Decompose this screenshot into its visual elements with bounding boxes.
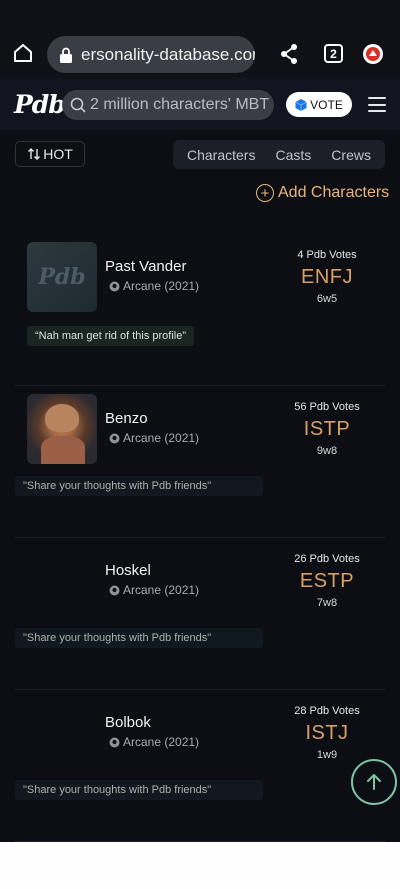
tab-crews[interactable]: Crews xyxy=(331,147,371,163)
home-icon[interactable] xyxy=(12,42,34,64)
tab-casts[interactable]: Casts xyxy=(275,147,311,163)
personality-type[interactable]: ESTP xyxy=(282,570,372,593)
character-name[interactable]: Bolbok xyxy=(105,714,151,731)
vote-count: 56 Pdb Votes xyxy=(294,401,360,413)
avatar[interactable]: Pdb xyxy=(27,242,97,312)
enneagram-type: 6w5 xyxy=(316,293,338,305)
add-characters-button[interactable]: + Add Characters xyxy=(256,183,389,203)
sort-button[interactable]: HOT xyxy=(15,141,85,167)
scroll-to-top-button[interactable] xyxy=(351,759,397,805)
avatar[interactable] xyxy=(27,394,97,464)
vote-count: 4 Pdb Votes xyxy=(297,249,357,261)
character-source[interactable]: Arcane (2021) xyxy=(109,279,199,293)
search-input[interactable] xyxy=(90,96,270,114)
plus-circle-icon: + xyxy=(256,184,274,202)
source-icon xyxy=(109,585,120,595)
tab-characters[interactable]: Characters xyxy=(187,147,255,163)
cube-icon xyxy=(295,98,307,111)
comment-prompt[interactable]: "Share your thoughts with Pdb friends" xyxy=(15,476,263,496)
character-card[interactable]: Pdb Past Vander Arcane (2021) 4 Pdb Vote… xyxy=(15,234,385,386)
add-characters-label: Add Characters xyxy=(278,184,390,201)
bottom-bar xyxy=(0,842,400,889)
enneagram-type: 9w8 xyxy=(316,445,338,457)
vote-label: VOTE xyxy=(310,97,343,112)
source-icon xyxy=(109,737,120,747)
browser-toolbar: ersonality-database.com 2 xyxy=(0,0,400,78)
source-label: Arcane (2021) xyxy=(123,431,200,445)
vote-count: 26 Pdb Votes xyxy=(294,553,360,565)
category-tabs: Characters Casts Crews xyxy=(173,140,385,169)
pdb-placeholder-image: Pdb xyxy=(27,242,97,312)
character-name[interactable]: Hoskel xyxy=(105,562,151,579)
personality-type[interactable]: ISTP xyxy=(282,418,372,441)
character-name[interactable]: Past Vander xyxy=(105,258,186,275)
arrow-up-icon xyxy=(367,774,381,790)
search-bar[interactable] xyxy=(62,90,274,120)
share-icon[interactable] xyxy=(279,43,299,65)
comment-prompt[interactable]: "Share your thoughts with Pdb friends" xyxy=(15,780,263,800)
sort-label: HOT xyxy=(43,146,73,162)
character-name[interactable]: Benzo xyxy=(105,410,148,427)
comment-prompt[interactable]: "Share your thoughts with Pdb friends" xyxy=(15,628,263,648)
sort-arrows-icon xyxy=(28,148,41,160)
vote-button[interactable]: VOTE xyxy=(286,92,352,117)
enneagram-type: 1w9 xyxy=(316,749,338,761)
personality-type[interactable]: ISTJ xyxy=(282,722,372,745)
character-card[interactable]: Benzo Arcane (2021) 56 Pdb Votes ISTP 9w… xyxy=(15,386,385,538)
tab-switcher-button[interactable]: 2 xyxy=(324,44,343,63)
hamburger-menu-icon[interactable] xyxy=(368,97,386,112)
character-card[interactable]: Hoskel Arcane (2021) 26 Pdb Votes ESTP 7… xyxy=(15,538,385,690)
enneagram-type: 7w8 xyxy=(316,597,338,609)
site-logo[interactable]: Pdb xyxy=(14,90,66,119)
vote-count: 28 Pdb Votes xyxy=(294,705,360,717)
character-source[interactable]: Arcane (2021) xyxy=(109,431,199,445)
character-portrait xyxy=(27,394,97,464)
lock-icon xyxy=(60,47,72,63)
character-source[interactable]: Arcane (2021) xyxy=(109,583,199,597)
update-icon[interactable] xyxy=(363,44,383,64)
comment-bubble[interactable]: “Nah man get rid of this profile” xyxy=(27,326,195,346)
source-icon xyxy=(109,433,120,443)
character-source[interactable]: Arcane (2021) xyxy=(109,735,199,749)
personality-type[interactable]: ENFJ xyxy=(282,266,372,289)
address-bar[interactable]: ersonality-database.com xyxy=(47,36,255,73)
url-text: ersonality-database.com xyxy=(81,44,255,64)
search-icon xyxy=(70,97,86,113)
site-header: Pdb VOTE xyxy=(0,78,400,130)
source-icon xyxy=(109,281,120,291)
character-card[interactable]: Bolbok Arcane (2021) 28 Pdb Votes ISTJ 1… xyxy=(15,690,385,842)
source-label: Arcane (2021) xyxy=(123,735,200,749)
source-label: Arcane (2021) xyxy=(123,583,200,597)
source-label: Arcane (2021) xyxy=(123,279,200,293)
